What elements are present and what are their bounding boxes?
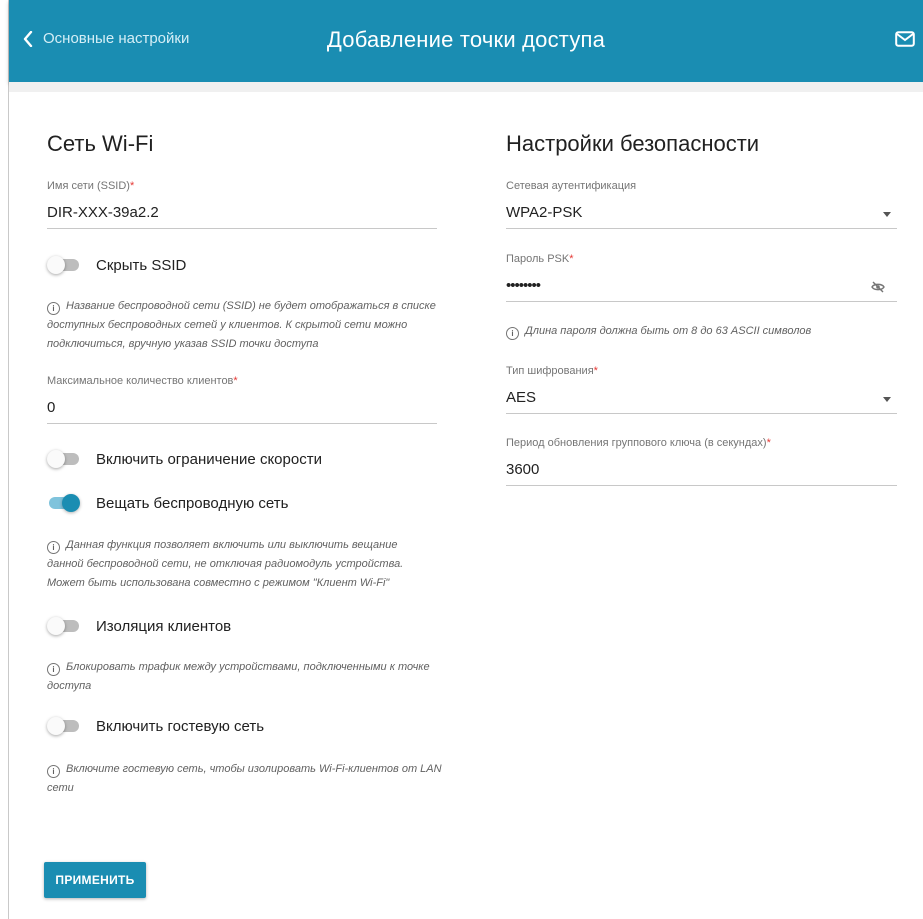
mail-icon: [895, 31, 915, 47]
max-clients-label: Максимальное количество клиентов*: [47, 375, 238, 387]
info-icon: i: [47, 302, 60, 315]
encryption-value: AES: [506, 389, 537, 406]
auth-underline: [506, 228, 897, 229]
speed-limit-toggle[interactable]: Включить ограничение скорости: [47, 449, 322, 469]
speed-limit-switch[interactable]: [47, 449, 80, 469]
caret-down-icon: [883, 397, 891, 402]
guest-label: Включить гостевую сеть: [96, 717, 265, 735]
psk-value: ••••••••: [506, 277, 541, 294]
broadcast-label: Вещать беспроводную сеть: [96, 494, 289, 512]
isolation-toggle[interactable]: Изоляция клиентов: [47, 616, 231, 636]
info-icon: i: [47, 663, 60, 676]
guest-toggle[interactable]: Включить гостевую сеть: [47, 716, 264, 736]
broadcast-switch[interactable]: [47, 493, 80, 513]
guest-switch[interactable]: [47, 716, 80, 736]
hide-ssid-label: Скрыть SSID: [96, 256, 187, 274]
guest-hint: i Включите гостевую сеть, чтобы изолирова…: [47, 763, 442, 794]
rekey-field[interactable]: Период обновления группового ключа (в се…: [506, 437, 897, 487]
psk-underline: [506, 301, 897, 302]
eye-off-icon: [871, 281, 885, 293]
isolation-hint: i Блокировать трафик между устройствами, …: [47, 661, 430, 692]
page-title: Добавление точки доступа: [326, 27, 606, 52]
broadcast-toggle[interactable]: Вещать беспроводную сеть: [47, 493, 288, 513]
info-icon: i: [47, 765, 60, 778]
ssid-underline: [47, 228, 437, 229]
encryption-select[interactable]: Тип шифрования* AES: [506, 365, 897, 415]
apply-button[interactable]: ПРИМЕНИТЬ: [44, 862, 146, 898]
isolation-switch[interactable]: [47, 616, 80, 636]
mail-button[interactable]: [895, 31, 915, 52]
auth-select[interactable]: Сетевая аутентификация WPA2-PSK: [506, 180, 897, 230]
broadcast-hint: i Данная функция позволяет включить или в…: [47, 539, 404, 589]
ssid-field[interactable]: Имя сети (SSID)* DIR-XXX-39a2.2: [47, 180, 437, 230]
max-clients-underline: [47, 423, 437, 424]
ssid-label: Имя сети (SSID)*: [47, 180, 135, 192]
header-shadow-band: [9, 82, 923, 92]
show-password-button[interactable]: [871, 280, 885, 298]
wifi-section-title: Сеть Wi-Fi: [47, 131, 154, 156]
rekey-label: Период обновления группового ключа (в се…: [506, 437, 771, 449]
hide-ssid-hint: i Название беспроводной сети (SSID) не бу…: [47, 300, 436, 350]
psk-field[interactable]: Пароль PSK* ••••••••: [506, 253, 897, 303]
isolation-label: Изоляция клиентов: [96, 617, 232, 635]
caret-down-icon: [883, 212, 891, 217]
security-section-title: Настройки безопасности: [506, 131, 760, 156]
max-clients-field[interactable]: Максимальное количество клиентов* 0: [47, 375, 437, 425]
speed-limit-label: Включить ограничение скорости: [96, 450, 322, 468]
encryption-label: Тип шифрования*: [506, 365, 598, 377]
auth-label: Сетевая аутентификация: [506, 180, 637, 192]
hide-ssid-toggle[interactable]: Скрыть SSID: [47, 255, 186, 275]
max-clients-value: 0: [47, 399, 56, 416]
psk-label: Пароль PSK*: [506, 253, 574, 265]
psk-hint: i Длина пароля должна быть от 8 до 63 ASC…: [506, 322, 897, 341]
info-icon: i: [506, 327, 519, 340]
header-bar: Основные настройки Добавление точки дост…: [9, 0, 923, 82]
rekey-value: 3600: [506, 461, 540, 478]
encryption-underline: [506, 413, 897, 414]
hide-ssid-switch[interactable]: [47, 255, 80, 275]
auth-value: WPA2-PSK: [506, 204, 583, 221]
window-border: [8, 0, 9, 919]
rekey-underline: [506, 485, 897, 486]
ssid-value: DIR-XXX-39a2.2: [47, 204, 159, 221]
info-icon: i: [47, 541, 60, 554]
